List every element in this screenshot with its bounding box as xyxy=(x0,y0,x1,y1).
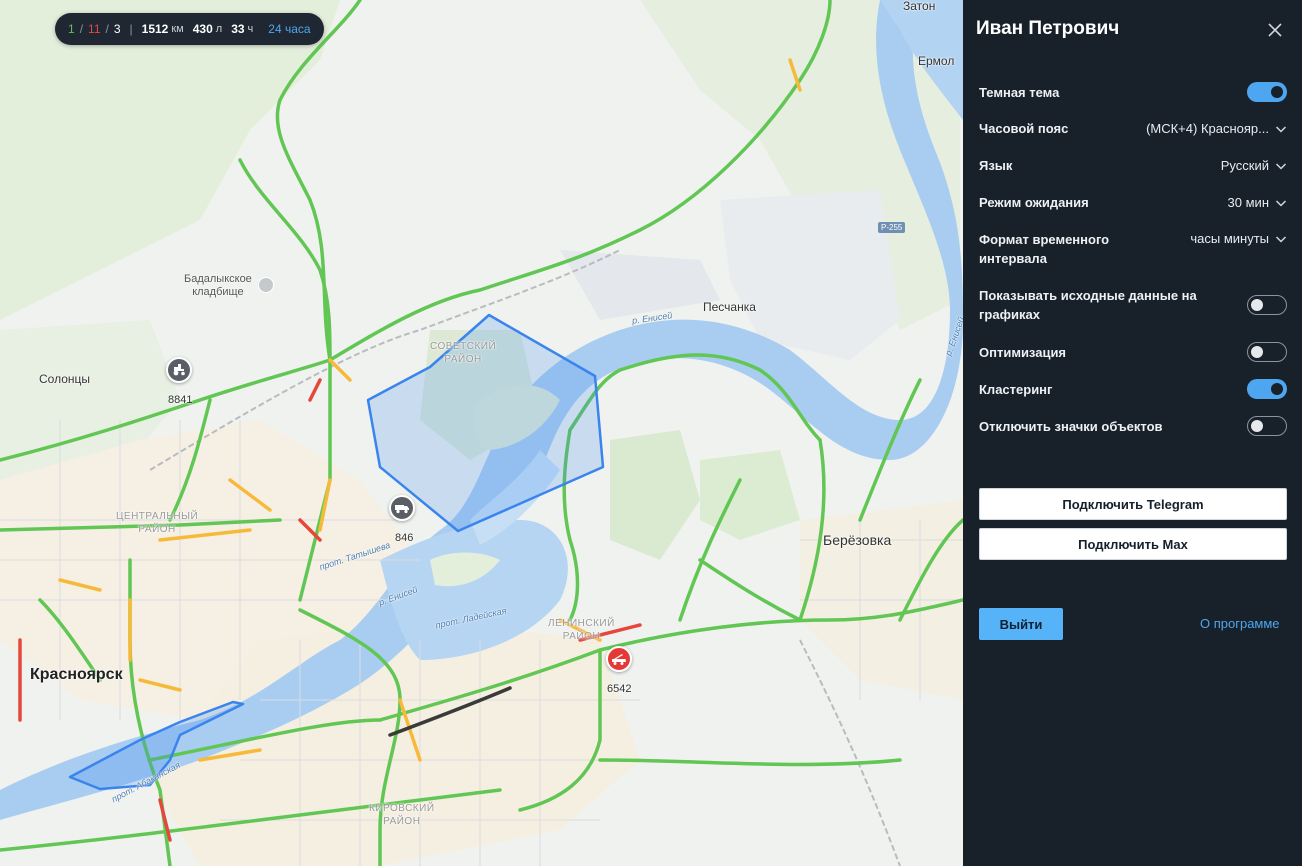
stat-hours-unit: ч xyxy=(247,23,254,35)
map-label-zaton: Затон xyxy=(903,0,936,13)
setting-optimization: Оптимизация xyxy=(979,342,1287,362)
standby-value: 30 мин xyxy=(1227,195,1269,210)
clustering-toggle[interactable] xyxy=(1247,379,1287,399)
stat-distance-value: 1512 xyxy=(141,22,169,36)
dark-theme-toggle[interactable] xyxy=(1247,82,1287,102)
stat-online-count[interactable]: 1 xyxy=(68,22,75,36)
stat-divider: / xyxy=(105,22,109,36)
logout-button[interactable]: Выйти xyxy=(979,608,1063,640)
chevron-down-icon xyxy=(1275,235,1287,243)
chevron-down-icon xyxy=(1275,162,1287,170)
map-label-berezovka: Берёзовка xyxy=(823,532,892,548)
map-canvas[interactable] xyxy=(0,0,963,866)
settings-panel: Иван Петрович Темная тема Часовой пояс (… xyxy=(963,0,1302,866)
setting-dark-theme: Темная тема xyxy=(979,82,1287,102)
optimization-toggle[interactable] xyxy=(1247,342,1287,362)
map-view[interactable]: Затон Ермол Бадалыкское кладбище Солонцы… xyxy=(0,0,963,866)
map-label-solontsy: Солонцы xyxy=(39,372,91,386)
map-label-peschanka: Песчанка xyxy=(703,300,756,314)
setting-language: Язык Русский xyxy=(979,156,1287,175)
setting-label: Темная тема xyxy=(979,84,1060,100)
stat-divider: / xyxy=(79,22,84,36)
truck-icon xyxy=(395,505,409,514)
stat-offline-count[interactable]: 11 xyxy=(88,22,100,36)
stat-distance-unit: км xyxy=(171,23,184,35)
vehicle-marker-6542[interactable] xyxy=(606,646,632,672)
setting-timezone: Часовой пояс (МСК+4) Краснояр... xyxy=(979,119,1287,138)
close-button[interactable] xyxy=(1263,18,1287,42)
road-badge-r255: Р-255 xyxy=(878,222,906,233)
map-label-krasnoyarsk: Красноярск xyxy=(30,666,123,683)
vehicle-label-8841: 8841 xyxy=(168,394,193,406)
cemetery-icon xyxy=(258,277,274,293)
standby-select[interactable]: 30 мин xyxy=(1228,195,1287,210)
setting-clustering: Кластеринг xyxy=(979,379,1287,399)
setting-label: Формат временного интервала xyxy=(979,232,1110,266)
period-selector-link[interactable]: 24 часа xyxy=(268,22,310,36)
connect-max-button[interactable]: Подключить Max xyxy=(979,528,1287,560)
vehicle-marker-8841[interactable] xyxy=(166,357,192,383)
panel-title: Иван Петрович xyxy=(976,18,1120,39)
crane-truck-icon xyxy=(612,654,626,665)
hide-icons-toggle[interactable] xyxy=(1247,416,1287,436)
timezone-select[interactable]: (МСК+4) Краснояр... xyxy=(1146,121,1287,136)
setting-label: Оптимизация xyxy=(979,344,1067,360)
tractor-icon xyxy=(173,364,185,376)
vehicle-label-846: 846 xyxy=(395,532,414,544)
about-link[interactable]: О программе xyxy=(1200,616,1280,631)
stat-fuel-value: 430 xyxy=(192,22,213,36)
setting-standby: Режим ожидания 30 мин xyxy=(979,193,1287,212)
setting-label: Отключить значки объектов xyxy=(979,418,1163,434)
stat-fuel-unit: л xyxy=(215,23,223,35)
time-format-select[interactable]: часы минуты xyxy=(1190,231,1287,246)
chevron-down-icon xyxy=(1275,199,1287,207)
language-select[interactable]: Русский xyxy=(1221,158,1287,173)
fleet-stats-bar: 1 / 11 / 3 | 1512 км 430 л 33 ч 24 часа xyxy=(55,13,324,45)
stat-divider: | xyxy=(129,22,133,36)
setting-label: Показывать исходные данные на графиках xyxy=(979,288,1197,322)
time-format-value: часы минуты xyxy=(1190,231,1269,246)
map-label-tsentralny: ЦЕНТРАЛЬНЫЙ РАЙОН xyxy=(116,511,199,535)
timezone-value: (МСК+4) Краснояр... xyxy=(1146,121,1269,136)
setting-label: Режим ожидания xyxy=(979,195,1089,210)
show-raw-toggle[interactable] xyxy=(1247,295,1287,315)
setting-hide-icons: Отключить значки объектов xyxy=(979,416,1287,436)
map-label-ermolaevo: Ермол xyxy=(918,54,955,68)
setting-show-raw: Показывать исходные данные на графиках xyxy=(979,286,1287,324)
map-label-sovetsky: СОВЕТСКИЙ РАЙОН xyxy=(430,341,497,365)
vehicle-label-6542: 6542 xyxy=(607,683,632,695)
chevron-down-icon xyxy=(1275,125,1287,133)
map-label-badalyk: Бадалыкское кладбище xyxy=(184,273,252,298)
map-label-kirovsky: КИРОВСКИЙ РАЙОН xyxy=(369,803,435,827)
map-label-leninsky: ЛЕНИНСКИЙ РАЙОН xyxy=(548,618,615,642)
connect-telegram-button[interactable]: Подключить Telegram xyxy=(979,488,1287,520)
stat-other-count[interactable]: 3 xyxy=(114,22,121,36)
setting-label: Кластеринг xyxy=(979,381,1053,397)
language-value: Русский xyxy=(1220,158,1269,173)
setting-label: Часовой пояс xyxy=(979,121,1069,136)
close-icon xyxy=(1268,23,1282,37)
setting-label: Язык xyxy=(979,158,1013,173)
setting-time-format: Формат временного интервала часы минуты xyxy=(979,230,1287,268)
stat-hours-value: 33 xyxy=(231,22,245,36)
vehicle-marker-846[interactable] xyxy=(389,495,415,521)
